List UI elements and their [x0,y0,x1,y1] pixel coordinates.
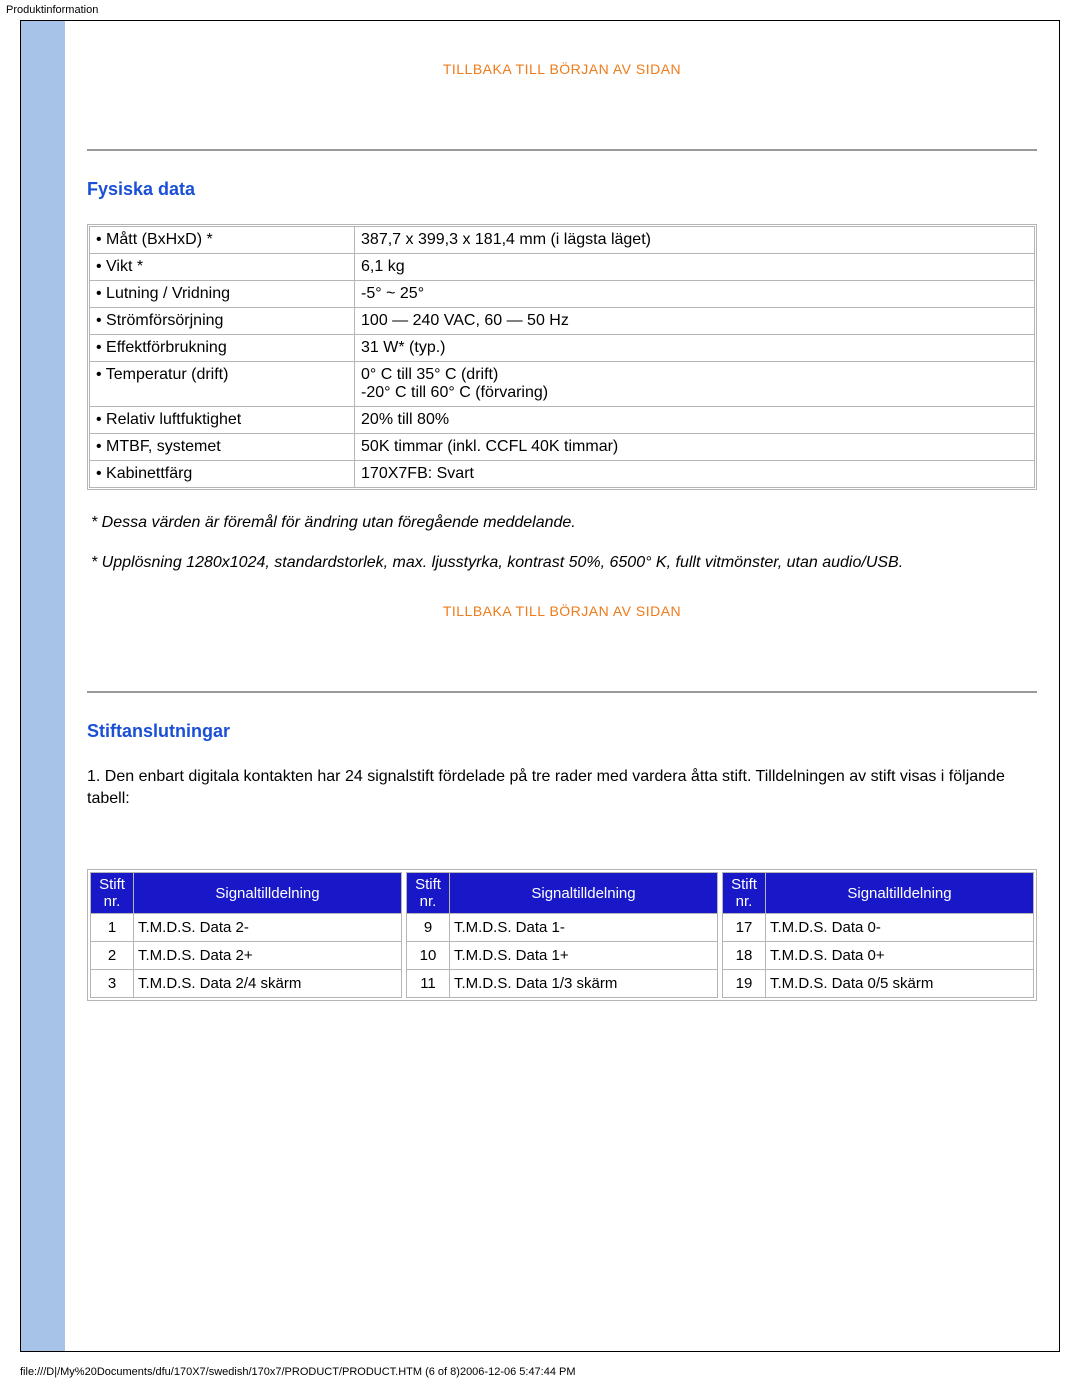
spec-label: • Mått (BxHxD) * [90,227,354,253]
table-row: 19T.M.D.S. Data 0/5 skärm [723,970,1033,997]
pin-signal: T.M.D.S. Data 0/5 skärm [766,970,1033,997]
table-row: 9T.M.D.S. Data 1- [407,914,717,941]
pin-header-number: Stiftnr. [91,873,133,913]
separator [87,691,1037,693]
spec-label: • Vikt * [90,254,354,280]
pin-number: 10 [407,942,449,969]
pin-number: 2 [91,942,133,969]
table-row: • Effektförbrukning31 W* (typ.) [90,335,1034,361]
pin-assignment-table: Stiftnr.Signaltilldelning1T.M.D.S. Data … [87,869,1037,1001]
pin-header-signal: Signaltilldelning [766,873,1033,913]
pin-header-signal: Signaltilldelning [134,873,401,913]
pin-number: 1 [91,914,133,941]
table-row: 17T.M.D.S. Data 0- [723,914,1033,941]
table-row: • MTBF, systemet50K timmar (inkl. CCFL 4… [90,434,1034,460]
spec-label: • Kabinettfärg [90,461,354,487]
footer-path: file:///D|/My%20Documents/dfu/170X7/swed… [0,1352,1080,1384]
spec-value: 0° C till 35° C (drift)-20° C till 60° C… [355,362,1034,406]
table-row: 3T.M.D.S. Data 2/4 skärm [91,970,401,997]
spec-label: • Temperatur (drift) [90,362,354,406]
footnote-1: * Dessa värden är föremål för ändring ut… [91,512,1033,534]
pin-number: 3 [91,970,133,997]
spec-value: -5° ~ 25° [355,281,1034,307]
pin-signal: T.M.D.S. Data 2+ [134,942,401,969]
footnote-2: * Upplösning 1280x1024, standardstorlek,… [91,552,1033,574]
table-row: 11T.M.D.S. Data 1/3 skärm [407,970,717,997]
pin-number: 9 [407,914,449,941]
back-to-top-link[interactable]: TILLBAKA TILL BÖRJAN AV SIDAN [443,61,681,77]
pin-signal: T.M.D.S. Data 0- [766,914,1033,941]
pin-signal: T.M.D.S. Data 0+ [766,942,1033,969]
spec-value: 50K timmar (inkl. CCFL 40K timmar) [355,434,1034,460]
pin-signal: T.M.D.S. Data 2- [134,914,401,941]
table-row: 1T.M.D.S. Data 2- [91,914,401,941]
table-row: • Temperatur (drift)0° C till 35° C (dri… [90,362,1034,406]
spec-label: • Lutning / Vridning [90,281,354,307]
table-row: 18T.M.D.S. Data 0+ [723,942,1033,969]
content-frame: TILLBAKA TILL BÖRJAN AV SIDAN Fysiska da… [20,20,1060,1352]
spec-label: • Relativ luftfuktighet [90,407,354,433]
pin-header-number: Stiftnr. [407,873,449,913]
back-to-top-link[interactable]: TILLBAKA TILL BÖRJAN AV SIDAN [443,603,681,619]
spec-value: 20% till 80% [355,407,1034,433]
spec-label: • MTBF, systemet [90,434,354,460]
section-heading-pins: Stiftanslutningar [87,721,1037,742]
table-row: • Lutning / Vridning-5° ~ 25° [90,281,1034,307]
pin-signal: T.M.D.S. Data 1+ [450,942,717,969]
spec-value: 6,1 kg [355,254,1034,280]
table-row: • Vikt *6,1 kg [90,254,1034,280]
spec-value: 100 — 240 VAC, 60 — 50 Hz [355,308,1034,334]
table-row: • Mått (BxHxD) *387,7 x 399,3 x 181,4 mm… [90,227,1034,253]
spec-value: 170X7FB: Svart [355,461,1034,487]
spec-value: 387,7 x 399,3 x 181,4 mm (i lägsta läget… [355,227,1034,253]
table-row: • Strömförsörjning100 — 240 VAC, 60 — 50… [90,308,1034,334]
pin-number: 17 [723,914,765,941]
spec-label: • Strömförsörjning [90,308,354,334]
pin-signal: T.M.D.S. Data 1- [450,914,717,941]
table-row: • Kabinettfärg170X7FB: Svart [90,461,1034,487]
table-row: • Relativ luftfuktighet20% till 80% [90,407,1034,433]
table-row: 10T.M.D.S. Data 1+ [407,942,717,969]
pin-intro-text: 1. Den enbart digitala kontakten har 24 … [87,766,1037,809]
pin-signal: T.M.D.S. Data 1/3 skärm [450,970,717,997]
section-heading-physical: Fysiska data [87,179,1037,200]
physical-spec-table: • Mått (BxHxD) *387,7 x 399,3 x 181,4 mm… [87,224,1037,490]
table-row: 2T.M.D.S. Data 2+ [91,942,401,969]
spec-value: 31 W* (typ.) [355,335,1034,361]
pin-header-number: Stiftnr. [723,873,765,913]
spec-label: • Effektförbrukning [90,335,354,361]
separator [87,149,1037,151]
pin-header-signal: Signaltilldelning [450,873,717,913]
pin-signal: T.M.D.S. Data 2/4 skärm [134,970,401,997]
page-title: Produktinformation [0,0,1080,20]
pin-number: 11 [407,970,449,997]
pin-number: 18 [723,942,765,969]
pin-number: 19 [723,970,765,997]
